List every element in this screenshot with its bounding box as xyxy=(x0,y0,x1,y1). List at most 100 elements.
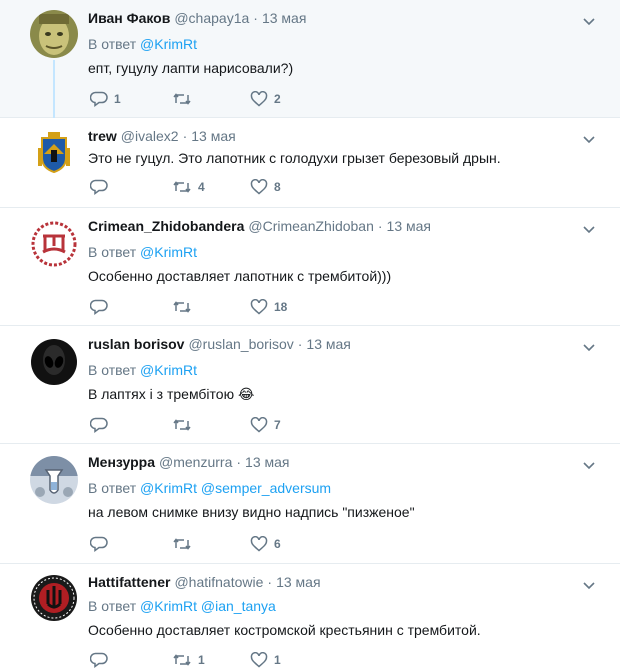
reply-button[interactable] xyxy=(90,415,114,435)
chevron-down-icon[interactable] xyxy=(582,458,596,470)
fullname[interactable]: trew xyxy=(88,128,117,144)
chevron-down-icon[interactable] xyxy=(582,132,596,144)
like-button[interactable]: 6 xyxy=(250,534,281,554)
mention-link[interactable]: @KrimRt xyxy=(140,36,197,52)
timestamp[interactable]: 13 мая xyxy=(262,10,306,26)
separator-dot: · xyxy=(377,218,383,234)
heart-icon xyxy=(250,179,268,195)
avatar[interactable] xyxy=(30,128,78,176)
separator-dot: · xyxy=(253,10,258,26)
tweet-1[interactable]: trew @ivalex2 · 13 мая Это не гуцул. Это ла… xyxy=(0,118,620,208)
tweet-actions: 4 8 xyxy=(88,177,348,197)
like-button[interactable]: 1 xyxy=(250,650,281,670)
retweet-icon xyxy=(173,419,191,431)
username[interactable]: @hatifnatowie xyxy=(174,574,263,590)
reply-context: В ответ @KrimRt xyxy=(88,36,197,52)
like-count: 18 xyxy=(274,300,288,314)
timestamp[interactable]: 13 мая xyxy=(306,336,350,352)
retweet-count: 4 xyxy=(198,180,205,194)
fullname[interactable]: Crimean_Zhidobandera xyxy=(88,218,244,234)
tweet-text: Это не гуцул. Это лапотник с голодухи гр… xyxy=(88,150,501,166)
retweet-button[interactable] xyxy=(172,534,198,554)
retweet-icon xyxy=(173,93,191,105)
like-count: 1 xyxy=(274,653,281,667)
fullname[interactable]: Иван Факов xyxy=(88,10,170,26)
mention-link[interactable]: @semper_adversum xyxy=(201,480,331,496)
avatar[interactable] xyxy=(30,456,78,504)
tweet-header: Crimean_Zhidobandera @CrimeanZhidoban · 13 … xyxy=(88,218,431,234)
username[interactable]: @menzurra xyxy=(159,454,232,470)
avatar[interactable] xyxy=(30,338,78,386)
retweet-icon xyxy=(173,301,191,313)
like-button[interactable]: 8 xyxy=(250,177,281,197)
mention-link[interactable]: @KrimRt xyxy=(140,598,197,614)
reply-context: В ответ @KrimRt @ian_tanya xyxy=(88,598,276,614)
retweet-icon xyxy=(173,181,191,193)
timestamp[interactable]: 13 мая xyxy=(245,454,289,470)
username[interactable]: @ivalex2 xyxy=(121,128,179,144)
separator-dot: · xyxy=(236,454,242,470)
tweet-actions: 7 xyxy=(88,415,348,435)
reply-button[interactable] xyxy=(90,650,114,670)
mention-link[interactable]: @KrimRt xyxy=(140,362,197,378)
chevron-down-icon[interactable] xyxy=(582,14,596,26)
username[interactable]: @CrimeanZhidoban xyxy=(248,218,374,234)
reply-count: 1 xyxy=(114,92,121,106)
fullname[interactable]: Мензурра xyxy=(88,454,155,470)
tweet-header: Мензурра @menzurra · 13 мая xyxy=(88,454,290,470)
mention-link[interactable]: @ian_tanya xyxy=(201,598,276,614)
retweet-button[interactable] xyxy=(172,89,198,109)
reply-icon xyxy=(90,536,108,552)
reply-context: В ответ @KrimRt xyxy=(88,244,197,260)
heart-icon xyxy=(250,299,268,315)
reply-button[interactable] xyxy=(90,297,114,317)
retweet-button[interactable]: 1 xyxy=(172,650,205,670)
reply-button[interactable] xyxy=(90,534,114,554)
tweet-5[interactable]: Hattifattener @hatifnatowie · 13 мая В отве… xyxy=(0,564,620,672)
reply-icon xyxy=(90,652,108,668)
like-button[interactable]: 7 xyxy=(250,415,281,435)
retweet-count: 1 xyxy=(198,653,205,667)
like-button[interactable]: 2 xyxy=(250,89,281,109)
retweet-button[interactable]: 4 xyxy=(172,177,205,197)
tweet-actions: 6 xyxy=(88,534,348,554)
reply-button[interactable]: 1 xyxy=(90,89,121,109)
tweet-4[interactable]: Мензурра @menzurra · 13 мая В ответ @KrimRt… xyxy=(0,444,620,564)
chevron-down-icon[interactable] xyxy=(582,578,596,590)
tweet-2[interactable]: Crimean_Zhidobandera @CrimeanZhidoban · 13 … xyxy=(0,208,620,326)
mention-link[interactable]: @KrimRt xyxy=(140,244,197,260)
like-count: 6 xyxy=(274,537,281,551)
retweet-button[interactable] xyxy=(172,297,198,317)
fullname[interactable]: ruslan borisov xyxy=(88,336,184,352)
timestamp[interactable]: 13 мая xyxy=(276,574,320,590)
timestamp[interactable]: 13 мая xyxy=(387,218,431,234)
like-button[interactable]: 18 xyxy=(250,297,287,317)
username[interactable]: @ruslan_borisov xyxy=(188,336,293,352)
avatar[interactable] xyxy=(30,10,78,58)
tweet-actions: 18 xyxy=(88,297,348,317)
tweet-text: на левом снимке внизу видно надпись "пиз… xyxy=(88,504,415,520)
avatar[interactable] xyxy=(30,574,78,622)
retweet-icon xyxy=(173,654,191,666)
separator-dot: · xyxy=(297,336,303,352)
reply-button[interactable] xyxy=(90,177,114,197)
reply-prefix: В ответ xyxy=(88,598,137,614)
avatar[interactable] xyxy=(30,220,78,268)
mention-link[interactable]: @KrimRt xyxy=(140,480,197,496)
timestamp[interactable]: 13 мая xyxy=(191,128,235,144)
chevron-down-icon[interactable] xyxy=(582,222,596,234)
reply-context: В ответ @KrimRt @semper_adversum xyxy=(88,480,331,496)
tweet-3[interactable]: ruslan borisov @ruslan_borisov · 13 мая В о… xyxy=(0,326,620,444)
username[interactable]: @chapay1a xyxy=(174,10,249,26)
tweet-text: В лаптях і з трембітою 😂 xyxy=(88,386,254,403)
tweet-0[interactable]: Иван Факов @chapay1a · 13 мая В ответ @Krim… xyxy=(0,0,620,118)
reply-icon xyxy=(90,417,108,433)
chevron-down-icon[interactable] xyxy=(582,340,596,352)
laughing-emoji-icon: 😂 xyxy=(237,386,255,402)
fullname[interactable]: Hattifattener xyxy=(88,574,170,590)
retweet-button[interactable] xyxy=(172,415,198,435)
heart-icon xyxy=(250,536,268,552)
reply-context: В ответ @KrimRt xyxy=(88,362,197,378)
tweet-text: Особенно доставляет костромской крестьян… xyxy=(88,622,481,638)
reply-icon xyxy=(90,179,108,195)
